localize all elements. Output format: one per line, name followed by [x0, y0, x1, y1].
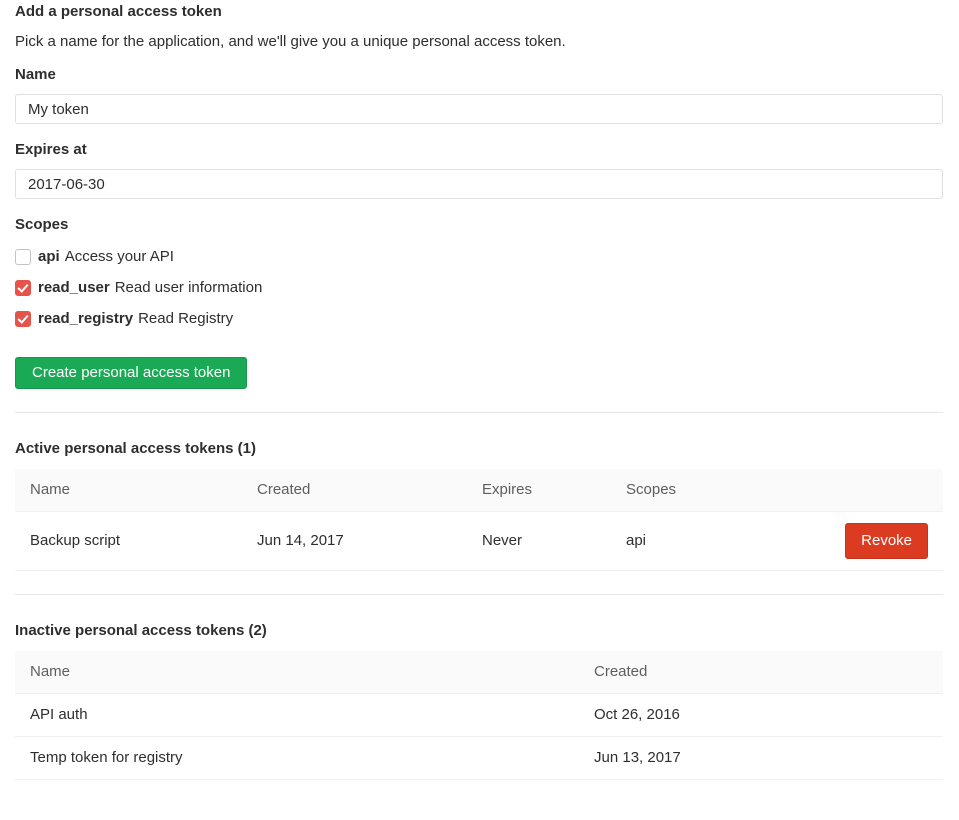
column-header-name: Name: [15, 651, 579, 694]
section-divider: [15, 594, 943, 595]
scope-api-description: Access your API: [65, 247, 174, 267]
scope-read-registry-name: read_registry: [38, 309, 133, 329]
scope-read-registry-description: Read Registry: [138, 309, 233, 329]
token-actions-cell: Revoke: [742, 512, 943, 571]
personal-access-tokens-page: Add a personal access token Pick a name …: [0, 0, 959, 820]
token-created-cell: Jun 14, 2017: [242, 512, 467, 571]
page-title: Add a personal access token: [15, 2, 943, 22]
token-name-cell: Temp token for registry: [15, 737, 579, 780]
column-header-expires: Expires: [467, 469, 611, 512]
scope-read-user-checkbox[interactable]: [15, 280, 31, 296]
scope-row-api: api Access your API: [15, 247, 943, 267]
active-tokens-table: Name Created Expires Scopes Backup scrip…: [15, 469, 943, 571]
revoke-button[interactable]: Revoke: [845, 523, 928, 559]
scope-api-name: api: [38, 247, 60, 267]
column-header-name: Name: [15, 469, 242, 512]
table-row: Backup script Jun 14, 2017 Never api Rev…: [15, 512, 943, 571]
token-expires-cell: Never: [467, 512, 611, 571]
scopes-form-group: Scopes api Access your API read_user Rea…: [15, 215, 943, 329]
table-row: Temp token for registry Jun 13, 2017: [15, 737, 943, 780]
token-scopes-cell: api: [611, 512, 742, 571]
scope-read-registry-checkbox[interactable]: [15, 311, 31, 327]
active-tokens-header-row: Name Created Expires Scopes: [15, 469, 943, 512]
token-name-cell: API auth: [15, 694, 579, 737]
name-label: Name: [15, 65, 943, 85]
scope-api-checkbox[interactable]: [15, 249, 31, 265]
page-description: Pick a name for the application, and we'…: [15, 32, 943, 52]
column-header-created: Created: [242, 469, 467, 512]
expires-at-label: Expires at: [15, 140, 943, 160]
section-divider: [15, 412, 943, 413]
expires-form-group: Expires at: [15, 140, 943, 199]
inactive-tokens-header-row: Name Created: [15, 651, 943, 694]
create-personal-access-token-button[interactable]: Create personal access token: [15, 357, 247, 389]
active-tokens-heading: Active personal access tokens (1): [15, 439, 943, 459]
scope-read-user-description: Read user information: [115, 278, 263, 298]
token-created-cell: Oct 26, 2016: [579, 694, 943, 737]
table-row: API auth Oct 26, 2016: [15, 694, 943, 737]
column-header-created: Created: [579, 651, 943, 694]
name-input[interactable]: [15, 94, 943, 124]
name-form-group: Name: [15, 65, 943, 124]
token-created-cell: Jun 13, 2017: [579, 737, 943, 780]
inactive-tokens-table: Name Created API auth Oct 26, 2016 Temp …: [15, 651, 943, 780]
column-header-scopes: Scopes: [611, 469, 742, 512]
inactive-tokens-heading: Inactive personal access tokens (2): [15, 621, 943, 641]
scope-row-read-user: read_user Read user information: [15, 278, 943, 298]
scope-read-user-name: read_user: [38, 278, 110, 298]
scope-row-read-registry: read_registry Read Registry: [15, 309, 943, 329]
scopes-label: Scopes: [15, 215, 943, 235]
expires-at-input[interactable]: [15, 169, 943, 199]
token-name-cell: Backup script: [15, 512, 242, 571]
column-header-actions: [742, 469, 943, 512]
